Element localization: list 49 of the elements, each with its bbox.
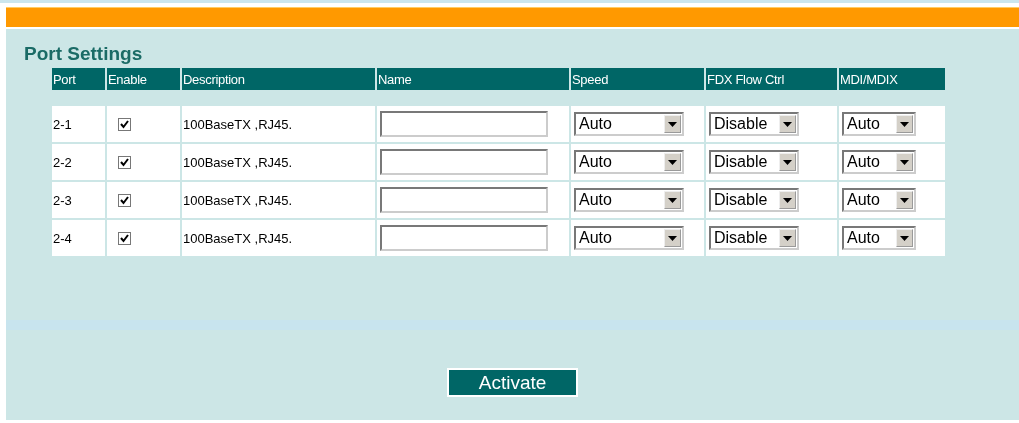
caret-icon [900, 159, 909, 165]
caret-icon [783, 159, 792, 165]
dropdown[interactable]: Auto [842, 188, 916, 212]
caret-icon [783, 235, 792, 241]
caret-icon [900, 235, 909, 241]
caret-icon [668, 159, 677, 165]
input-field[interactable] [380, 187, 548, 213]
dropdown[interactable]: Auto [842, 150, 916, 174]
dropdown[interactable]: Disable [709, 150, 799, 174]
activate-button[interactable]: Activate [447, 368, 578, 397]
page-title: Port Settings [24, 43, 144, 65]
table-cell: 2-1 [52, 106, 105, 144]
table-cell: 100BaseTX ,RJ45. [182, 220, 375, 258]
checkbox[interactable] [118, 193, 131, 207]
column-header: Description [182, 68, 375, 90]
checkbox[interactable] [118, 155, 131, 169]
input-field[interactable] [380, 149, 548, 175]
checkbox[interactable] [118, 117, 131, 131]
dropdown[interactable]: Auto [574, 112, 684, 136]
table-cell: 100BaseTX ,RJ45. [182, 182, 375, 220]
table-cell: 100BaseTX ,RJ45. [182, 144, 375, 182]
column-header: FDX Flow Ctrl [706, 68, 837, 90]
column-header: Port [52, 68, 105, 90]
input-field[interactable] [380, 225, 548, 251]
caret-icon [668, 121, 677, 127]
caret-icon [900, 197, 909, 203]
caret-icon [783, 121, 792, 127]
table-cell: 2-4 [52, 220, 105, 258]
caret-icon [668, 235, 677, 241]
dropdown[interactable]: Auto [842, 226, 916, 250]
table-cell: 100BaseTX ,RJ45. [182, 106, 375, 144]
column-header: Speed [571, 68, 704, 90]
dropdown[interactable]: Disable [709, 226, 799, 250]
table-cell: 2-2 [52, 144, 105, 182]
dropdown[interactable]: Disable [709, 188, 799, 212]
dropdown[interactable]: Disable [709, 112, 799, 136]
dropdown[interactable]: Auto [842, 112, 916, 136]
dropdown[interactable]: Auto [574, 188, 684, 212]
caret-icon [783, 197, 792, 203]
column-header: Enable [107, 68, 180, 90]
dropdown[interactable]: Auto [574, 226, 684, 250]
caret-icon [668, 197, 677, 203]
column-header: MDI/MDIX [839, 68, 945, 90]
checkbox[interactable] [118, 231, 131, 245]
input-field[interactable] [380, 111, 548, 137]
table-cell: 2-3 [52, 182, 105, 220]
dropdown[interactable]: Auto [574, 150, 684, 174]
caret-icon [900, 121, 909, 127]
column-header: Name [377, 68, 569, 90]
